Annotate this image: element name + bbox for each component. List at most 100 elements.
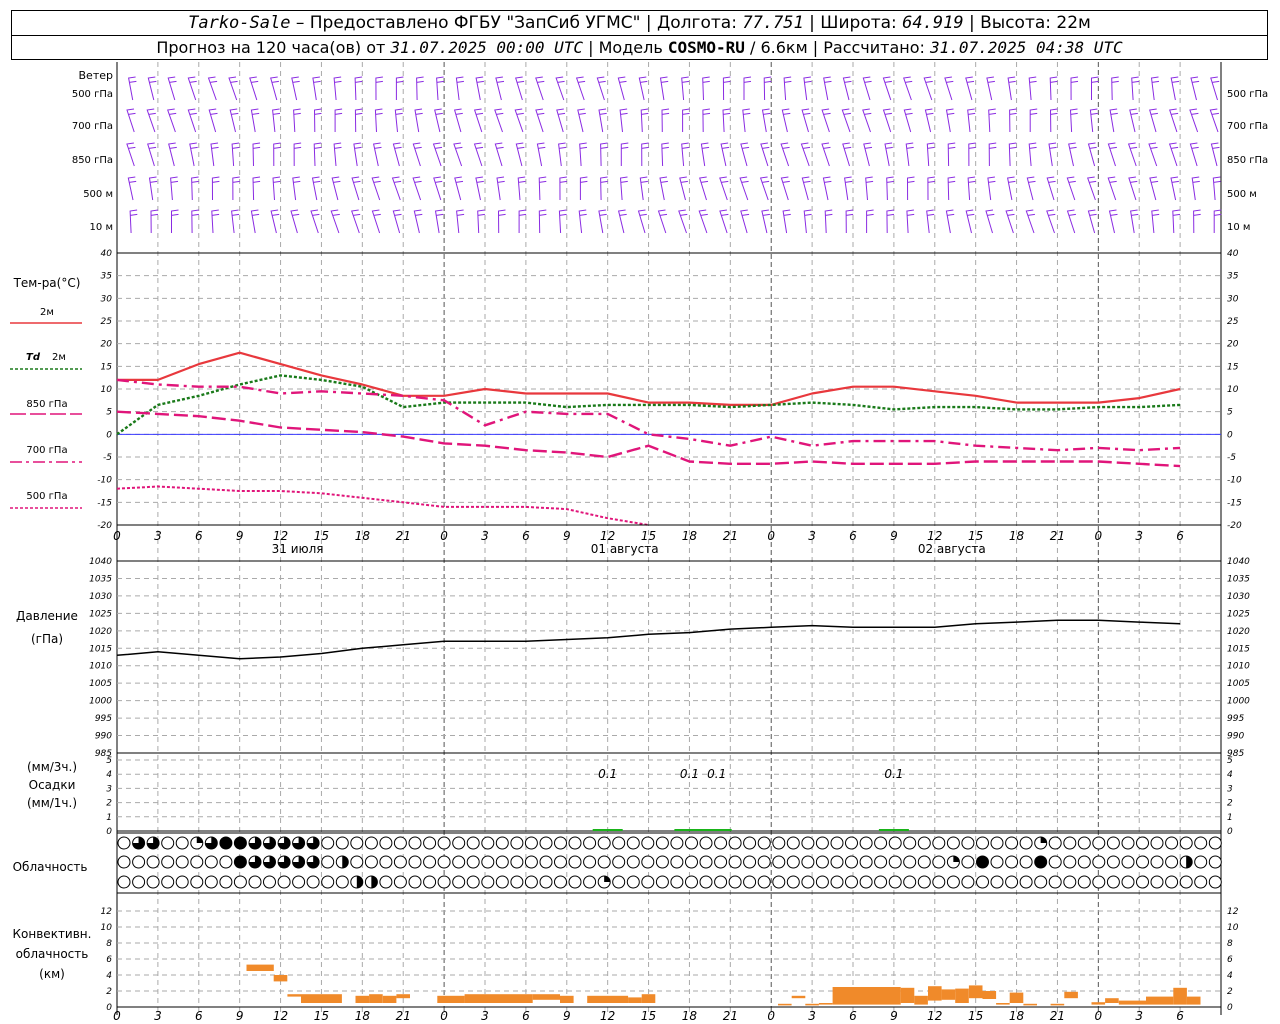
temp-tick-label-right: 15 <box>1227 362 1239 372</box>
conv-tick-label-right: 10 <box>1227 923 1239 933</box>
cloud-cover-symbol <box>845 836 858 850</box>
cloud-cover-symbol <box>379 836 393 850</box>
wind-barb <box>682 108 690 132</box>
wind-barb <box>739 176 749 201</box>
conv-cloud-bar <box>437 995 465 1003</box>
wind-barb <box>1148 142 1158 167</box>
conv-cloud-bar <box>968 985 983 999</box>
wind-barb <box>353 142 362 167</box>
conv-cloud-bar <box>1186 996 1201 1005</box>
wind-barb <box>575 76 586 101</box>
precip-bar <box>592 829 623 831</box>
legend-label-td-2m: 2м <box>52 352 66 363</box>
conv-cloud-bar <box>246 964 274 971</box>
bottom-hour-tick-label: 0 <box>767 1009 775 1023</box>
wind-level-label: 500 гПа <box>72 89 113 100</box>
conv-tick-label-right: 2 <box>1227 987 1233 997</box>
cloud-cover-symbol <box>990 836 1004 850</box>
cloud-cover-symbol <box>364 836 378 850</box>
wind-barb <box>453 142 463 167</box>
wind-level-label: 10 м <box>90 222 113 233</box>
hour-tick-label: 15 <box>641 529 656 543</box>
wind-barb <box>844 176 853 201</box>
cloud-cover-symbol <box>1208 875 1222 889</box>
cloud-cover-symbol <box>423 875 437 889</box>
cloud-cover-symbol <box>524 836 538 850</box>
cloud-cover-symbol <box>233 875 247 889</box>
bottom-hour-tick-label: 12 <box>273 1009 288 1023</box>
conv-cloud-bar <box>560 995 574 1003</box>
wind-barb <box>641 142 649 167</box>
wind-barb <box>803 76 812 101</box>
cloud-cover-symbol <box>801 875 815 889</box>
cloud-cover-symbol <box>815 875 829 889</box>
wind-barb <box>988 108 997 133</box>
cloud-cover-symbol <box>815 855 829 869</box>
cloud-cover-symbol <box>917 836 931 850</box>
wind-barb <box>903 76 913 101</box>
wind-barb <box>559 176 567 201</box>
cloud-cover-symbol <box>1106 855 1120 869</box>
hour-tick-label: 6 <box>1176 529 1184 543</box>
wind-barb <box>191 209 199 234</box>
temp-series-line <box>116 485 649 526</box>
cloud-cover-symbol <box>1063 855 1077 869</box>
wind-barb <box>821 108 831 133</box>
cloud-cover-symbol <box>1165 875 1179 889</box>
wind-barb <box>1129 108 1138 133</box>
cloud-cover-symbol <box>1208 855 1222 869</box>
cloud-cover-symbol <box>1063 836 1077 850</box>
wind-barb <box>351 176 361 201</box>
wind-barb <box>620 142 629 166</box>
wind-barb <box>781 108 791 133</box>
precip-tick-label-right: 0 <box>1227 827 1233 837</box>
cloud-cover-symbol <box>423 836 437 850</box>
conv-cloud-bar <box>778 1003 792 1006</box>
cloud-cover-symbol <box>888 855 902 869</box>
temp-tick-label-right: -20 <box>1227 521 1242 531</box>
wind-barb <box>986 76 995 101</box>
cloud-cover-symbol <box>510 855 524 869</box>
wind-barb <box>250 108 260 133</box>
wind-barb <box>330 209 340 234</box>
conv-cloud-bar <box>805 1003 819 1006</box>
bottom-hour-tick-label: 3 <box>808 1009 816 1023</box>
cloud-cover-symbol <box>452 875 466 889</box>
conv-tick-label-right: 12 <box>1227 907 1239 917</box>
wind-barb <box>272 176 281 201</box>
cloud-panel-label: Облачность <box>13 860 88 874</box>
cloud-cover-symbol <box>1136 855 1149 869</box>
cloud-cover-symbol <box>641 836 655 850</box>
wind-barb <box>436 76 444 101</box>
temp-tick-label: 20 <box>101 340 113 350</box>
wind-barb <box>167 76 177 101</box>
cloud-cover-symbol <box>1019 836 1033 850</box>
conv-tick-label-right: 4 <box>1227 971 1233 981</box>
bottom-hour-tick-label: 12 <box>927 1009 942 1023</box>
wind-barb <box>334 108 343 132</box>
hour-tick-label: 12 <box>600 529 615 543</box>
wind-barb <box>801 176 811 201</box>
pressure-tick-label-right: 995 <box>1227 714 1244 724</box>
cloud-cover-symbol <box>1048 875 1062 889</box>
cloud-cover-symbol <box>874 855 888 869</box>
cloud-cover-symbol <box>990 875 1004 889</box>
conv-cloud-bar <box>791 995 806 999</box>
pressure-tick-label: 990 <box>95 732 112 742</box>
wind-barb <box>782 209 791 234</box>
wind-barb <box>272 108 281 133</box>
cloud-cover-symbol <box>1005 855 1019 869</box>
bottom-hour-tick-label: 12 <box>600 1009 615 1023</box>
wind-barb <box>842 142 852 167</box>
legend-label-500: 500 гПа <box>26 491 67 502</box>
wind-barb <box>988 142 997 167</box>
cloud-cover-fill <box>342 856 349 868</box>
conv-cloud-bar <box>900 987 915 1003</box>
wind-barb <box>926 142 935 167</box>
bottom-hour-tick-label: 18 <box>355 1009 371 1023</box>
conv-cloud-bar <box>1091 1002 1106 1005</box>
legend-label-td: Td <box>26 352 41 363</box>
wind-barb <box>884 142 893 167</box>
temp-tick-label: -10 <box>97 476 112 486</box>
hour-tick-label: 9 <box>236 529 244 543</box>
